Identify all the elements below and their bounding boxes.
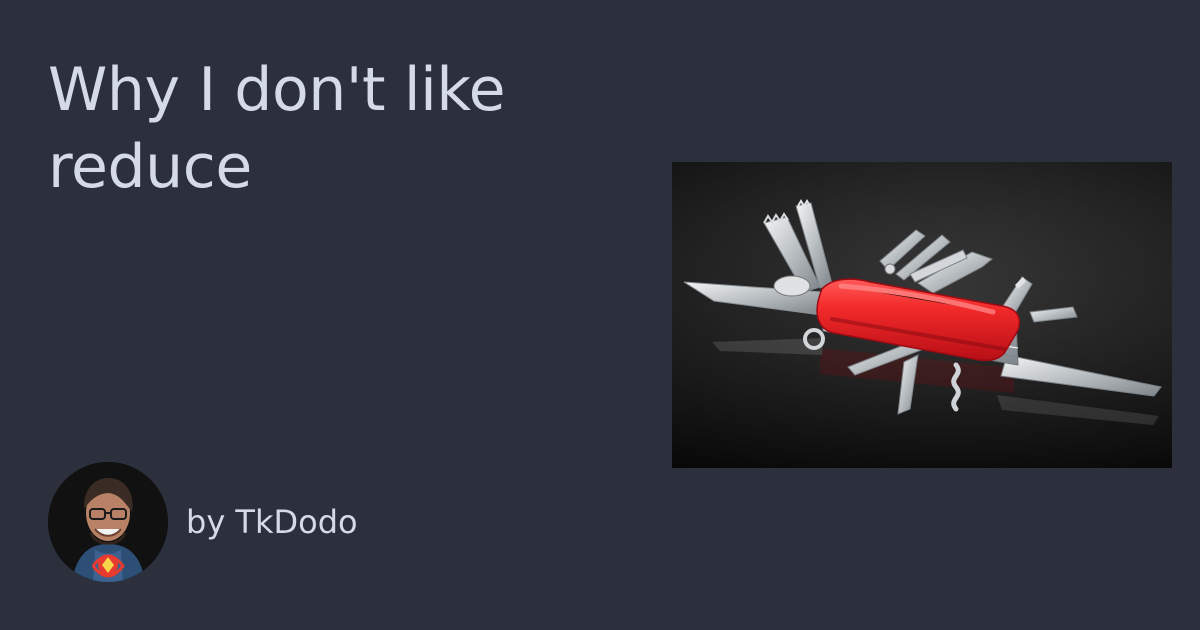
author-block: by TkDodo (48, 462, 358, 582)
social-card: Why I don't like reduce by TkDodo (0, 0, 1200, 630)
post-title: Why I don't like reduce (48, 55, 506, 202)
author-avatar-image (48, 462, 168, 582)
hero-image (672, 162, 1172, 468)
author-byline: by TkDodo (186, 503, 358, 541)
author-avatar (48, 462, 168, 582)
swiss-army-knife-illustration (672, 162, 1172, 468)
